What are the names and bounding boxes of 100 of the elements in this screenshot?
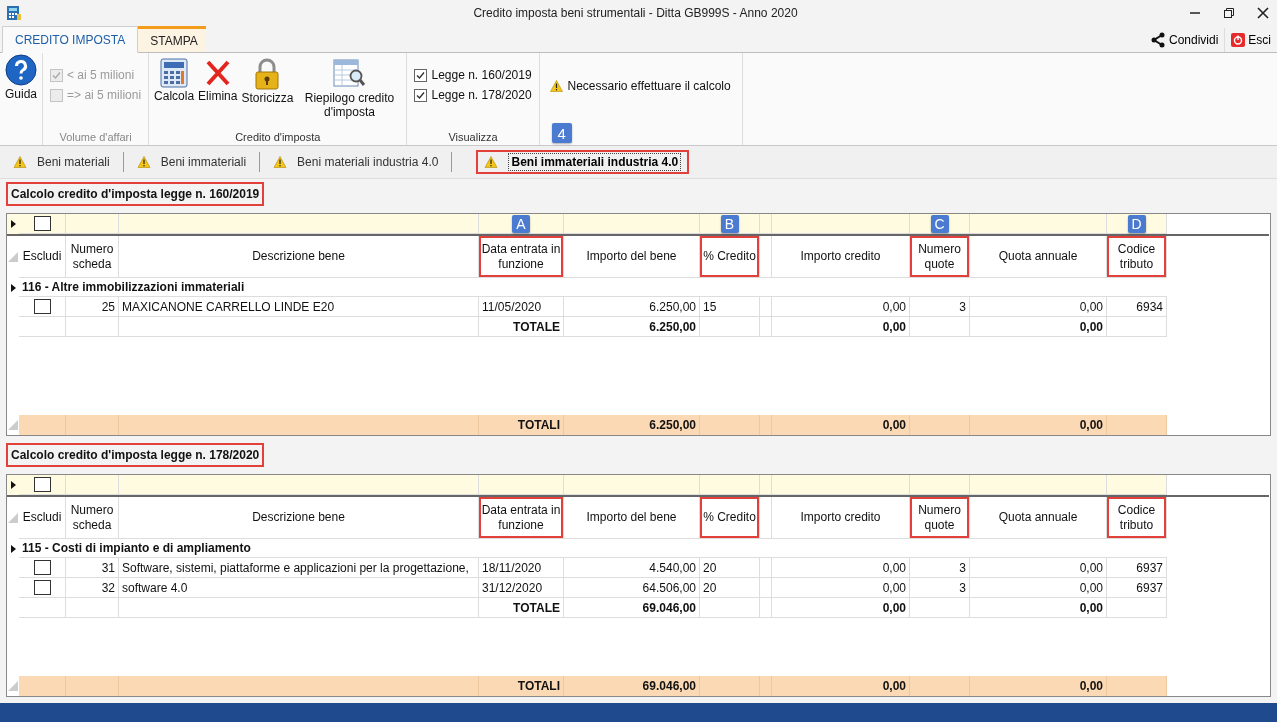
table-cell[interactable] (19, 558, 66, 578)
column-header[interactable]: Numero scheda (66, 236, 119, 278)
table-cell: 0,00 (772, 676, 910, 696)
empty-cell (760, 236, 772, 278)
document-tab[interactable]: Beni immateriali (129, 150, 254, 174)
table-cell: 6937 (1107, 558, 1167, 578)
ribbon-action-button[interactable]: Esci (1224, 28, 1277, 52)
filter-cell[interactable] (760, 475, 772, 495)
empty-cell (19, 317, 66, 337)
column-header[interactable]: Codice tributo (1107, 236, 1167, 278)
checkbox-option[interactable]: Legge n. 160/2019 (410, 68, 536, 82)
exclude-checkbox[interactable] (33, 299, 51, 314)
checkbox[interactable] (414, 88, 428, 102)
filter-cell[interactable] (910, 475, 970, 495)
filter-cell[interactable] (19, 214, 66, 234)
column-header[interactable]: % Credito (700, 497, 760, 539)
table-cell: 0,00 (970, 297, 1107, 317)
close-icon[interactable] (1257, 7, 1269, 19)
empty-cell (910, 317, 970, 337)
column-header[interactable]: Descrizione bene (119, 236, 479, 278)
document-tab[interactable]: Beni immateriali industria 4.0 (476, 150, 690, 174)
table-cell: 69.046,00 (564, 676, 700, 696)
document-tab[interactable]: Beni materiali industria 4.0 (266, 150, 446, 174)
table-cell: 3 (910, 297, 970, 317)
filter-cell[interactable] (1107, 475, 1167, 495)
filter-cell[interactable] (66, 214, 119, 234)
filter-cell[interactable] (564, 214, 700, 234)
column-header[interactable]: Numero quote (910, 236, 970, 278)
filter-cell[interactable] (19, 475, 66, 495)
expand-icon[interactable] (10, 283, 16, 292)
filter-cell[interactable] (119, 214, 479, 234)
share-icon (1149, 32, 1166, 48)
section-title: Calcolo credito d'imposta legge n. 178/2020 (6, 443, 265, 467)
filter-cell[interactable] (119, 475, 479, 495)
empty-cell (760, 558, 772, 578)
group-row[interactable]: 116 - Altre immobilizzazioni immateriali (19, 278, 1167, 297)
table-cell: 0,00 (772, 297, 910, 317)
filter-cell[interactable] (760, 214, 772, 234)
column-header[interactable]: Data entrata in funzione (479, 497, 564, 539)
corner-grip-icon (8, 252, 18, 262)
table-cell: 64.506,00 (564, 578, 700, 598)
filter-cell[interactable] (700, 475, 760, 495)
expand-icon[interactable] (10, 544, 16, 553)
filter-cell[interactable]: B (700, 214, 760, 234)
ribbon-button[interactable]: Elimina (196, 57, 240, 104)
table-cell: 25 (66, 297, 119, 317)
ribbon-button[interactable]: Storicizza (239, 57, 296, 106)
table-cell: software 4.0 (119, 578, 479, 598)
empty-cell (66, 598, 119, 618)
restore-icon[interactable] (1223, 7, 1235, 19)
filter-cell[interactable] (564, 475, 700, 495)
column-header[interactable]: Numero quote (910, 497, 970, 539)
checkbox[interactable] (414, 68, 428, 82)
exclude-checkbox[interactable] (33, 560, 51, 575)
ribbon-tab[interactable]: CREDITO IMPOSTA (2, 26, 139, 53)
ribbon-tab[interactable]: STAMPA (138, 26, 207, 52)
column-header[interactable]: Descrizione bene (119, 497, 479, 539)
filter-checkbox[interactable] (33, 477, 51, 492)
table-cell: 6.250,00 (564, 297, 700, 317)
column-header[interactable]: % Credito (700, 236, 760, 278)
ribbon-action-button[interactable]: Condividi (1143, 28, 1225, 52)
column-header[interactable]: Importo credito (772, 236, 910, 278)
table-cell: 0,00 (772, 558, 910, 578)
table-cell: 20 (700, 558, 760, 578)
filter-cell[interactable]: A (479, 214, 564, 234)
document-tab[interactable]: Beni materiali (6, 150, 117, 174)
warning-icon (273, 156, 288, 168)
column-header[interactable]: Importo credito (772, 497, 910, 539)
ribbon-button[interactable]: Calcola (152, 57, 197, 104)
empty-cell (760, 497, 772, 539)
ribbon-button[interactable]: Riepilogo credito d'imposta (295, 57, 404, 120)
table-cell: 31 (66, 558, 119, 578)
column-header[interactable]: Escludi (19, 497, 66, 539)
empty-cell (760, 415, 772, 435)
filter-cell[interactable]: C (910, 214, 970, 234)
column-header[interactable]: Quota annuale (970, 236, 1107, 278)
column-header[interactable]: Escludi (19, 236, 66, 278)
column-header[interactable]: Codice tributo (1107, 497, 1167, 539)
help-button[interactable]: Guida (3, 53, 40, 102)
filter-cell[interactable] (970, 475, 1107, 495)
column-header[interactable]: Importo del bene (564, 497, 700, 539)
table-cell[interactable] (19, 297, 66, 317)
table-cell: 31/12/2020 (479, 578, 564, 598)
filter-checkbox[interactable] (33, 216, 51, 231)
table-cell: 69.046,00 (564, 598, 700, 618)
table-cell: 3 (910, 558, 970, 578)
column-header[interactable]: Quota annuale (970, 497, 1107, 539)
column-header[interactable]: Numero scheda (66, 497, 119, 539)
filter-cell[interactable]: D (1107, 214, 1167, 234)
checkbox-option[interactable]: Legge n. 178/2020 (410, 88, 536, 102)
filter-cell[interactable] (772, 475, 910, 495)
group-row[interactable]: 115 - Costi di impianto e di ampliamento (19, 539, 1167, 558)
filter-cell[interactable] (772, 214, 910, 234)
table-cell[interactable] (19, 578, 66, 598)
filter-cell[interactable] (66, 475, 119, 495)
column-header[interactable]: Data entrata in funzione (479, 236, 564, 278)
column-header[interactable]: Importo del bene (564, 236, 700, 278)
exclude-checkbox[interactable] (33, 580, 51, 595)
filter-cell[interactable] (970, 214, 1107, 234)
filter-cell[interactable] (479, 475, 564, 495)
